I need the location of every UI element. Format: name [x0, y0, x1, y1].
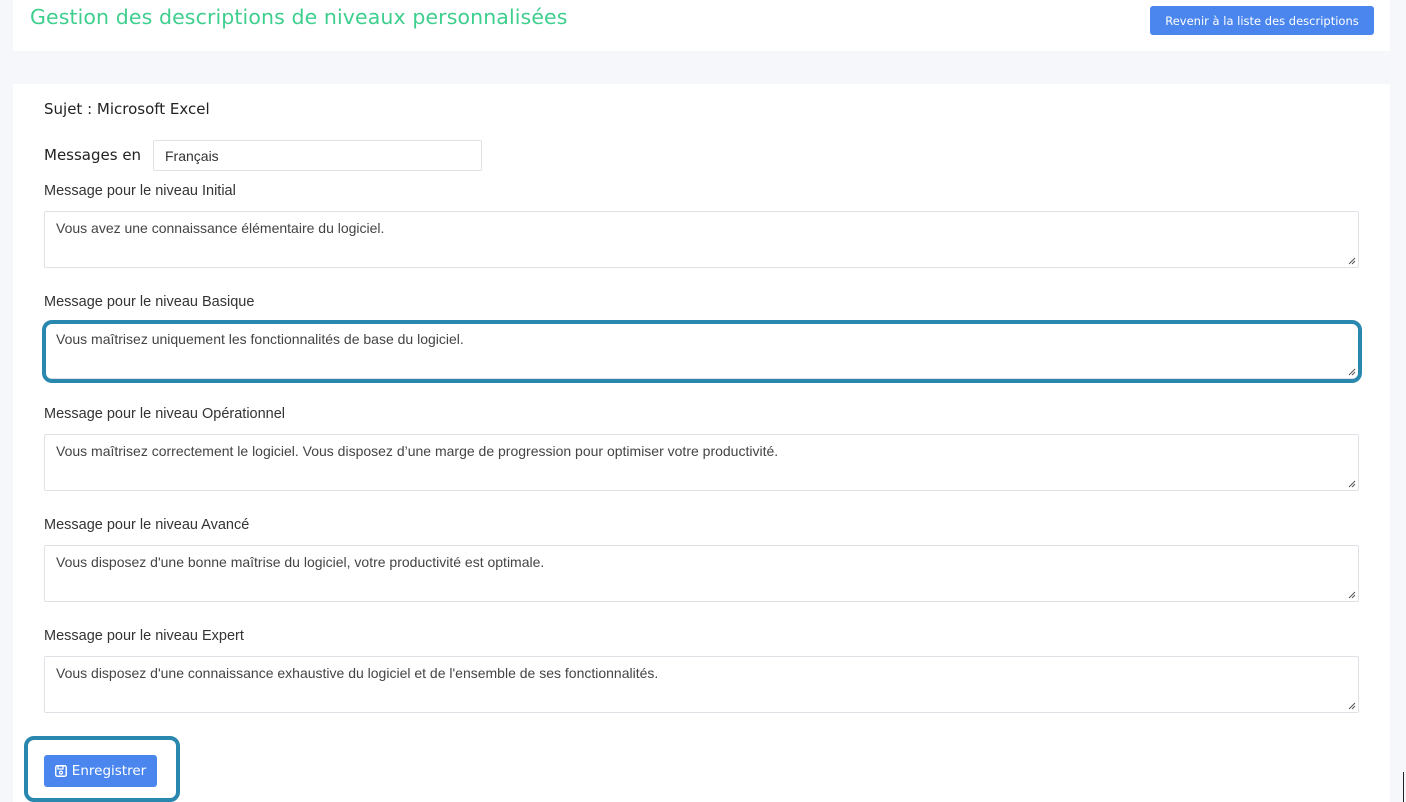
expert-level-label: Message pour le niveau Expert: [44, 628, 244, 644]
operational-level-text: Vous maîtrisez correctement le logiciel.…: [56, 443, 779, 459]
subject-title: Sujet : Microsoft Excel: [44, 100, 210, 118]
expert-level-text: Vous disposez d'une connaissance exhaust…: [56, 665, 659, 681]
advanced-level-label: Message pour le niveau Avancé: [44, 517, 250, 533]
language-label: Messages en: [44, 146, 142, 164]
cursor-mark: [1403, 772, 1404, 802]
save-button[interactable]: Enregistrer: [44, 755, 157, 787]
basic-level-label: Message pour le niveau Basique: [44, 294, 255, 310]
resize-grip-icon[interactable]: [1347, 701, 1356, 710]
page-header: Gestion des descriptions de niveaux pers…: [13, 0, 1390, 51]
initial-level-text: Vous avez une connaissance élémentaire d…: [56, 220, 385, 236]
operational-level-textarea[interactable]: Vous maîtrisez correctement le logiciel.…: [44, 434, 1359, 491]
resize-grip-icon[interactable]: [1347, 590, 1356, 599]
resize-grip-icon[interactable]: [1347, 367, 1356, 376]
floppy-disk-icon: [54, 765, 67, 777]
operational-level-label: Message pour le niveau Opérationnel: [44, 406, 286, 422]
back-to-list-button[interactable]: Revenir à la liste des descriptions: [1150, 6, 1374, 35]
basic-level-text: Vous maîtrisez uniquement les fonctionna…: [56, 331, 464, 347]
expert-level-textarea[interactable]: Vous disposez d'une connaissance exhaust…: [44, 656, 1359, 713]
language-value: Français: [165, 147, 219, 164]
initial-level-label: Message pour le niveau Initial: [44, 183, 236, 199]
advanced-level-text: Vous disposez d'une bonne maîtrise du lo…: [56, 554, 545, 570]
resize-grip-icon[interactable]: [1347, 256, 1356, 265]
language-select[interactable]: Français: [153, 140, 482, 171]
page-title: Gestion des descriptions de niveaux pers…: [30, 5, 568, 29]
description-form-card: Sujet : Microsoft Excel Messages en Fran…: [13, 84, 1390, 802]
save-button-label: Enregistrer: [71, 763, 147, 779]
initial-level-textarea[interactable]: Vous avez une connaissance élémentaire d…: [44, 211, 1359, 268]
basic-level-textarea[interactable]: Vous maîtrisez uniquement les fonctionna…: [44, 322, 1359, 379]
resize-grip-icon[interactable]: [1347, 479, 1356, 488]
advanced-level-textarea[interactable]: Vous disposez d'une bonne maîtrise du lo…: [44, 545, 1359, 602]
